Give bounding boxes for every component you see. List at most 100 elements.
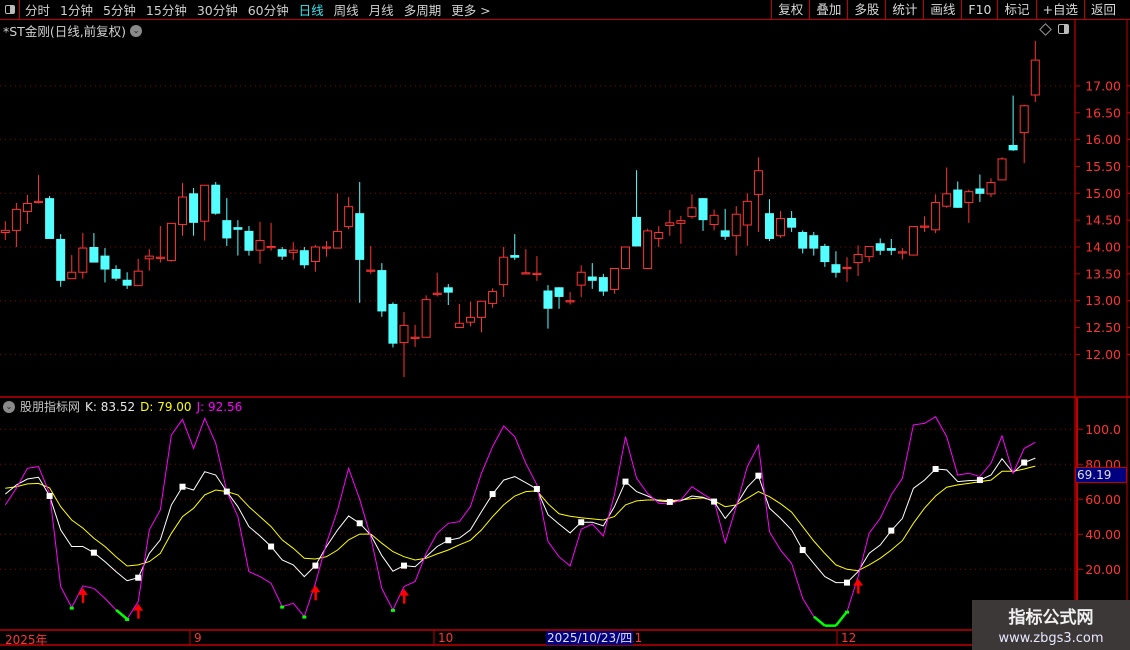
candle-body xyxy=(897,251,907,254)
candle-body xyxy=(477,300,487,318)
candle-body xyxy=(421,299,431,338)
candle xyxy=(720,208,730,241)
candle-body xyxy=(1008,144,1018,151)
candle-body xyxy=(366,269,376,272)
candle xyxy=(776,211,786,238)
candle xyxy=(587,263,597,289)
candle-body xyxy=(853,254,863,264)
j-line xyxy=(4,416,1036,627)
candle-body xyxy=(155,256,165,259)
candle-body xyxy=(720,230,730,237)
candle xyxy=(11,202,21,247)
candle-body xyxy=(410,336,420,339)
indicator-axis-label: 20.00 xyxy=(1085,562,1121,577)
candle xyxy=(200,184,210,241)
candle xyxy=(56,234,66,287)
candle xyxy=(908,226,918,256)
price-axis-label: 16.50 xyxy=(1085,105,1121,120)
date-label: 9 xyxy=(194,631,202,645)
candle-body xyxy=(931,201,941,231)
candle-body xyxy=(266,245,276,249)
k-marker xyxy=(711,498,718,505)
k-marker xyxy=(223,488,230,495)
candle xyxy=(288,242,298,260)
arrow-head xyxy=(310,585,321,593)
candle xyxy=(831,251,841,278)
candle xyxy=(886,238,896,256)
price-axis-label: 12.50 xyxy=(1085,320,1121,335)
candle-body xyxy=(244,230,254,251)
candle xyxy=(576,265,586,297)
candle xyxy=(0,221,10,241)
candle xyxy=(753,157,763,232)
candle-body xyxy=(864,245,874,258)
candle-body xyxy=(621,246,630,269)
k-marker xyxy=(312,562,319,569)
candle-body xyxy=(776,218,786,237)
candle-body xyxy=(742,200,752,226)
crosshair-date-label: 2025/10/23/四 xyxy=(546,631,634,645)
k-marker xyxy=(179,483,186,490)
price-axis-label: 15.00 xyxy=(1085,186,1121,201)
candle-body xyxy=(355,213,365,260)
candle-body xyxy=(1030,59,1040,96)
candle xyxy=(953,181,963,208)
j-oversold-marker xyxy=(302,615,307,619)
chart-canvas[interactable]: 17.00 16.50 16.00 15.50 15.00 14.50 14.00 13.50… xyxy=(0,0,1130,650)
candle xyxy=(875,238,885,256)
k-marker xyxy=(622,478,629,485)
candle xyxy=(820,243,830,267)
candle xyxy=(421,295,431,338)
j-oversold-marker xyxy=(390,608,395,612)
candle xyxy=(1019,104,1029,164)
candle-body xyxy=(333,230,343,249)
candle xyxy=(22,194,32,224)
candle-body xyxy=(543,290,553,309)
price-axis-label: 12.00 xyxy=(1085,347,1121,362)
candle-body xyxy=(56,238,66,281)
candle xyxy=(321,241,331,257)
candle xyxy=(853,245,863,276)
candle xyxy=(942,167,952,208)
candle-body xyxy=(11,208,21,231)
candle-body xyxy=(277,249,287,257)
k-marker xyxy=(844,579,850,586)
price-axis-label: 14.50 xyxy=(1085,213,1121,228)
candle-body xyxy=(587,276,597,281)
candle-body xyxy=(34,200,44,204)
candle xyxy=(45,195,55,239)
candle xyxy=(100,248,110,283)
candle xyxy=(377,263,387,317)
candle xyxy=(355,182,365,303)
candle xyxy=(366,245,376,274)
candle xyxy=(731,206,741,256)
candle-body xyxy=(731,213,741,237)
candle-body xyxy=(886,248,896,251)
arrow-shaft xyxy=(137,609,140,619)
candle xyxy=(144,249,154,271)
candle xyxy=(665,209,675,236)
candle xyxy=(244,226,254,256)
candle-body xyxy=(632,216,642,247)
candle xyxy=(676,215,686,244)
candle-body xyxy=(67,271,77,280)
candle-body xyxy=(975,188,985,194)
candle xyxy=(565,292,575,305)
candle-body xyxy=(122,279,132,286)
candle-body xyxy=(964,191,974,203)
axes: 17.00 16.50 16.00 15.50 15.00 14.50 14.00 13.50… xyxy=(1075,78,1130,577)
candle xyxy=(189,187,199,236)
candle-body xyxy=(609,267,619,290)
candle-body xyxy=(654,232,664,239)
candle-body xyxy=(388,303,398,344)
candle xyxy=(809,231,819,256)
candle xyxy=(742,193,752,246)
j-oversold-marker xyxy=(69,606,74,610)
buy-signal-arrow-icon xyxy=(399,588,409,604)
candle-body xyxy=(499,256,509,286)
candle xyxy=(654,226,664,247)
candlesticks xyxy=(0,40,1040,377)
candle-body xyxy=(997,158,1007,181)
k-marker xyxy=(401,562,407,569)
candle xyxy=(643,228,653,269)
